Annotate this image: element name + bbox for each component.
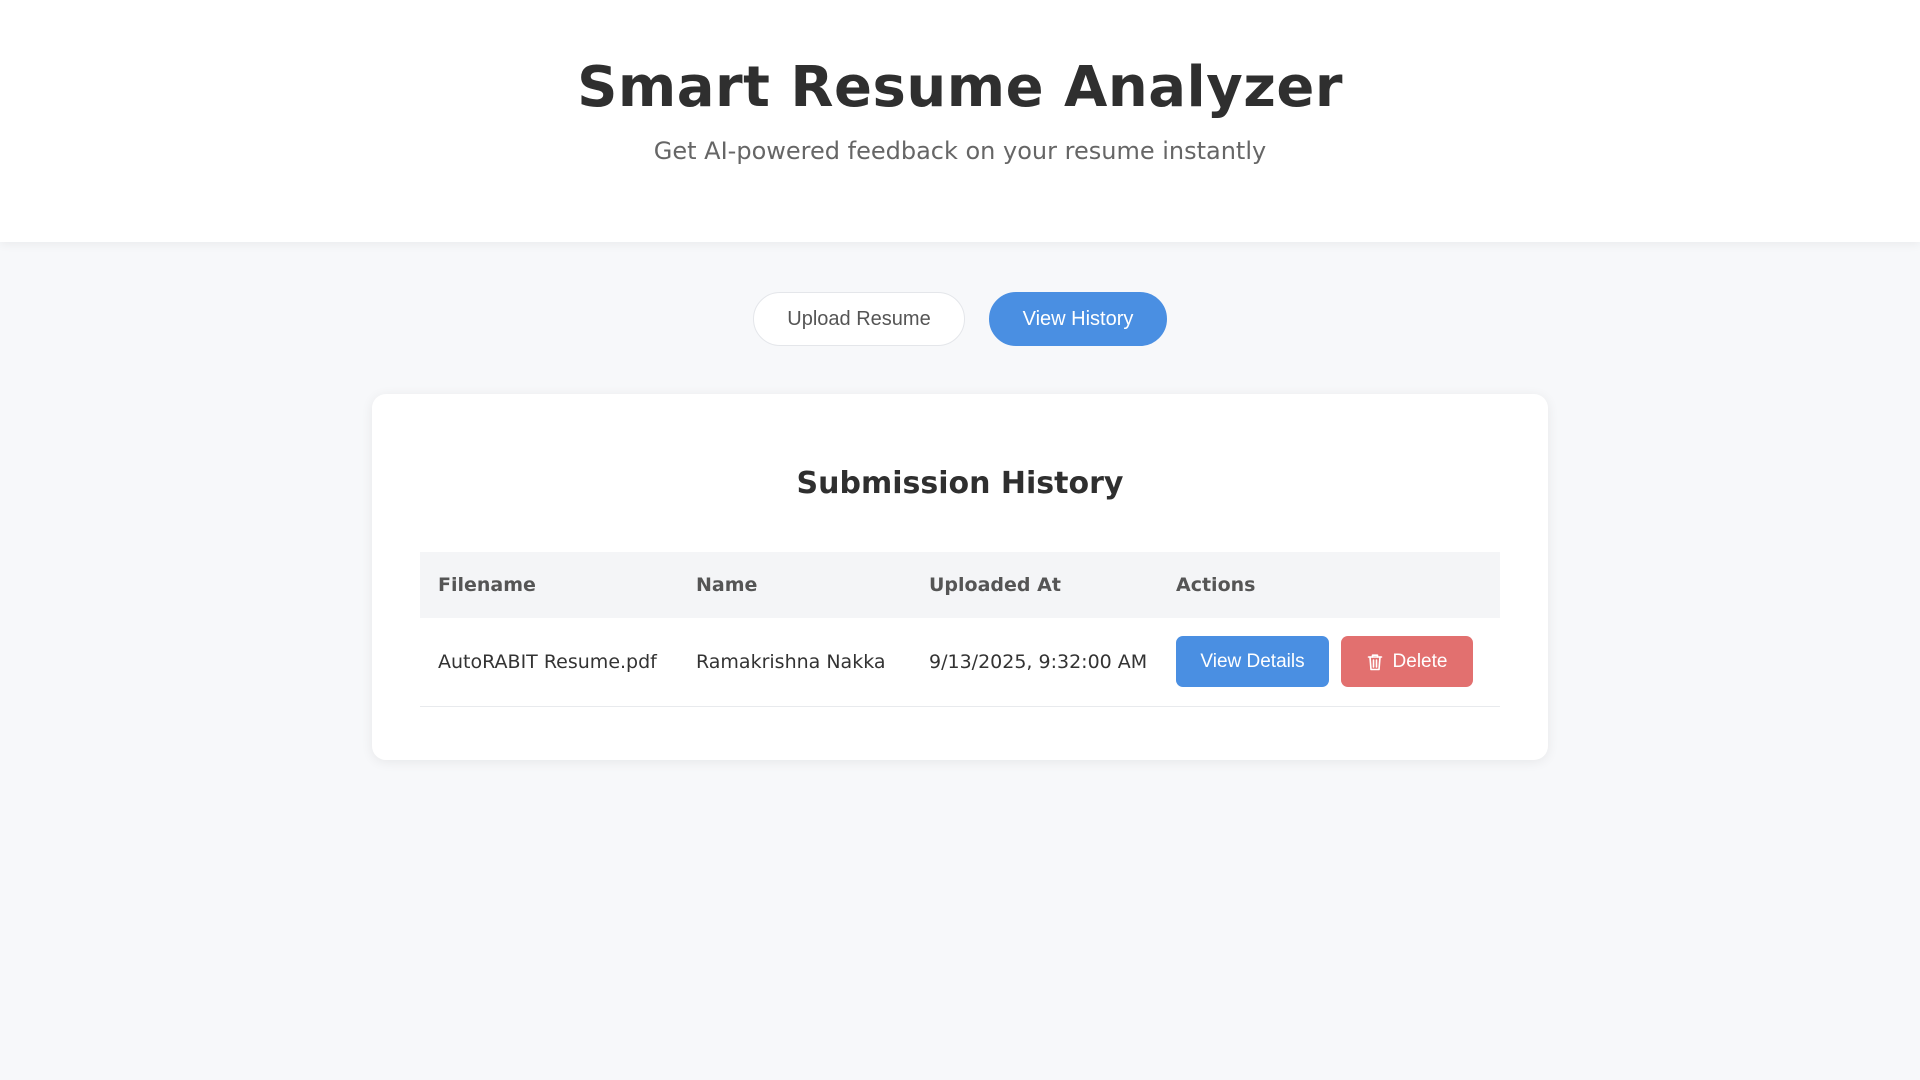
trash-icon — [1367, 654, 1382, 671]
column-header-name: Name — [696, 574, 758, 596]
table-header-row: Filename Name Uploaded At Actions — [420, 552, 1500, 618]
cell-name: Ramakrishna Nakka — [696, 650, 886, 673]
tab-view-history[interactable]: View History — [989, 292, 1167, 346]
history-title: Submission History — [796, 466, 1124, 501]
cell-uploaded-at: 9/13/2025, 9:32:00 AM — [929, 650, 1148, 673]
page-subtitle: Get AI-powered feedback on your resume i… — [653, 137, 1267, 165]
app-header: Smart Resume Analyzer Get AI-powered fee… — [0, 0, 1920, 242]
tab-upload-resume[interactable]: Upload Resume — [753, 292, 965, 346]
column-header-uploaded-at: Uploaded At — [929, 574, 1061, 596]
table-row: AutoRABIT Resume.pdf Ramakrishna Nakka 9… — [420, 618, 1500, 706]
history-table: Filename Name Uploaded At Actions AutoRA… — [420, 552, 1500, 707]
tab-bar: Upload Resume View History — [0, 292, 1920, 346]
column-header-actions: Actions — [1176, 574, 1256, 596]
row-actions: View Details Delete — [1176, 636, 1500, 688]
cell-filename: AutoRABIT Resume.pdf — [438, 650, 657, 673]
cell-actions: View Details Delete — [1158, 618, 1500, 706]
view-details-button[interactable]: View Details — [1176, 636, 1329, 688]
column-header-filename: Filename — [438, 574, 536, 596]
delete-button-label: Delete — [1392, 650, 1448, 672]
delete-button[interactable]: Delete — [1341, 636, 1473, 688]
history-card: Submission History Filename Name Uploade… — [372, 394, 1548, 760]
page-title: Smart Resume Analyzer — [577, 55, 1343, 120]
